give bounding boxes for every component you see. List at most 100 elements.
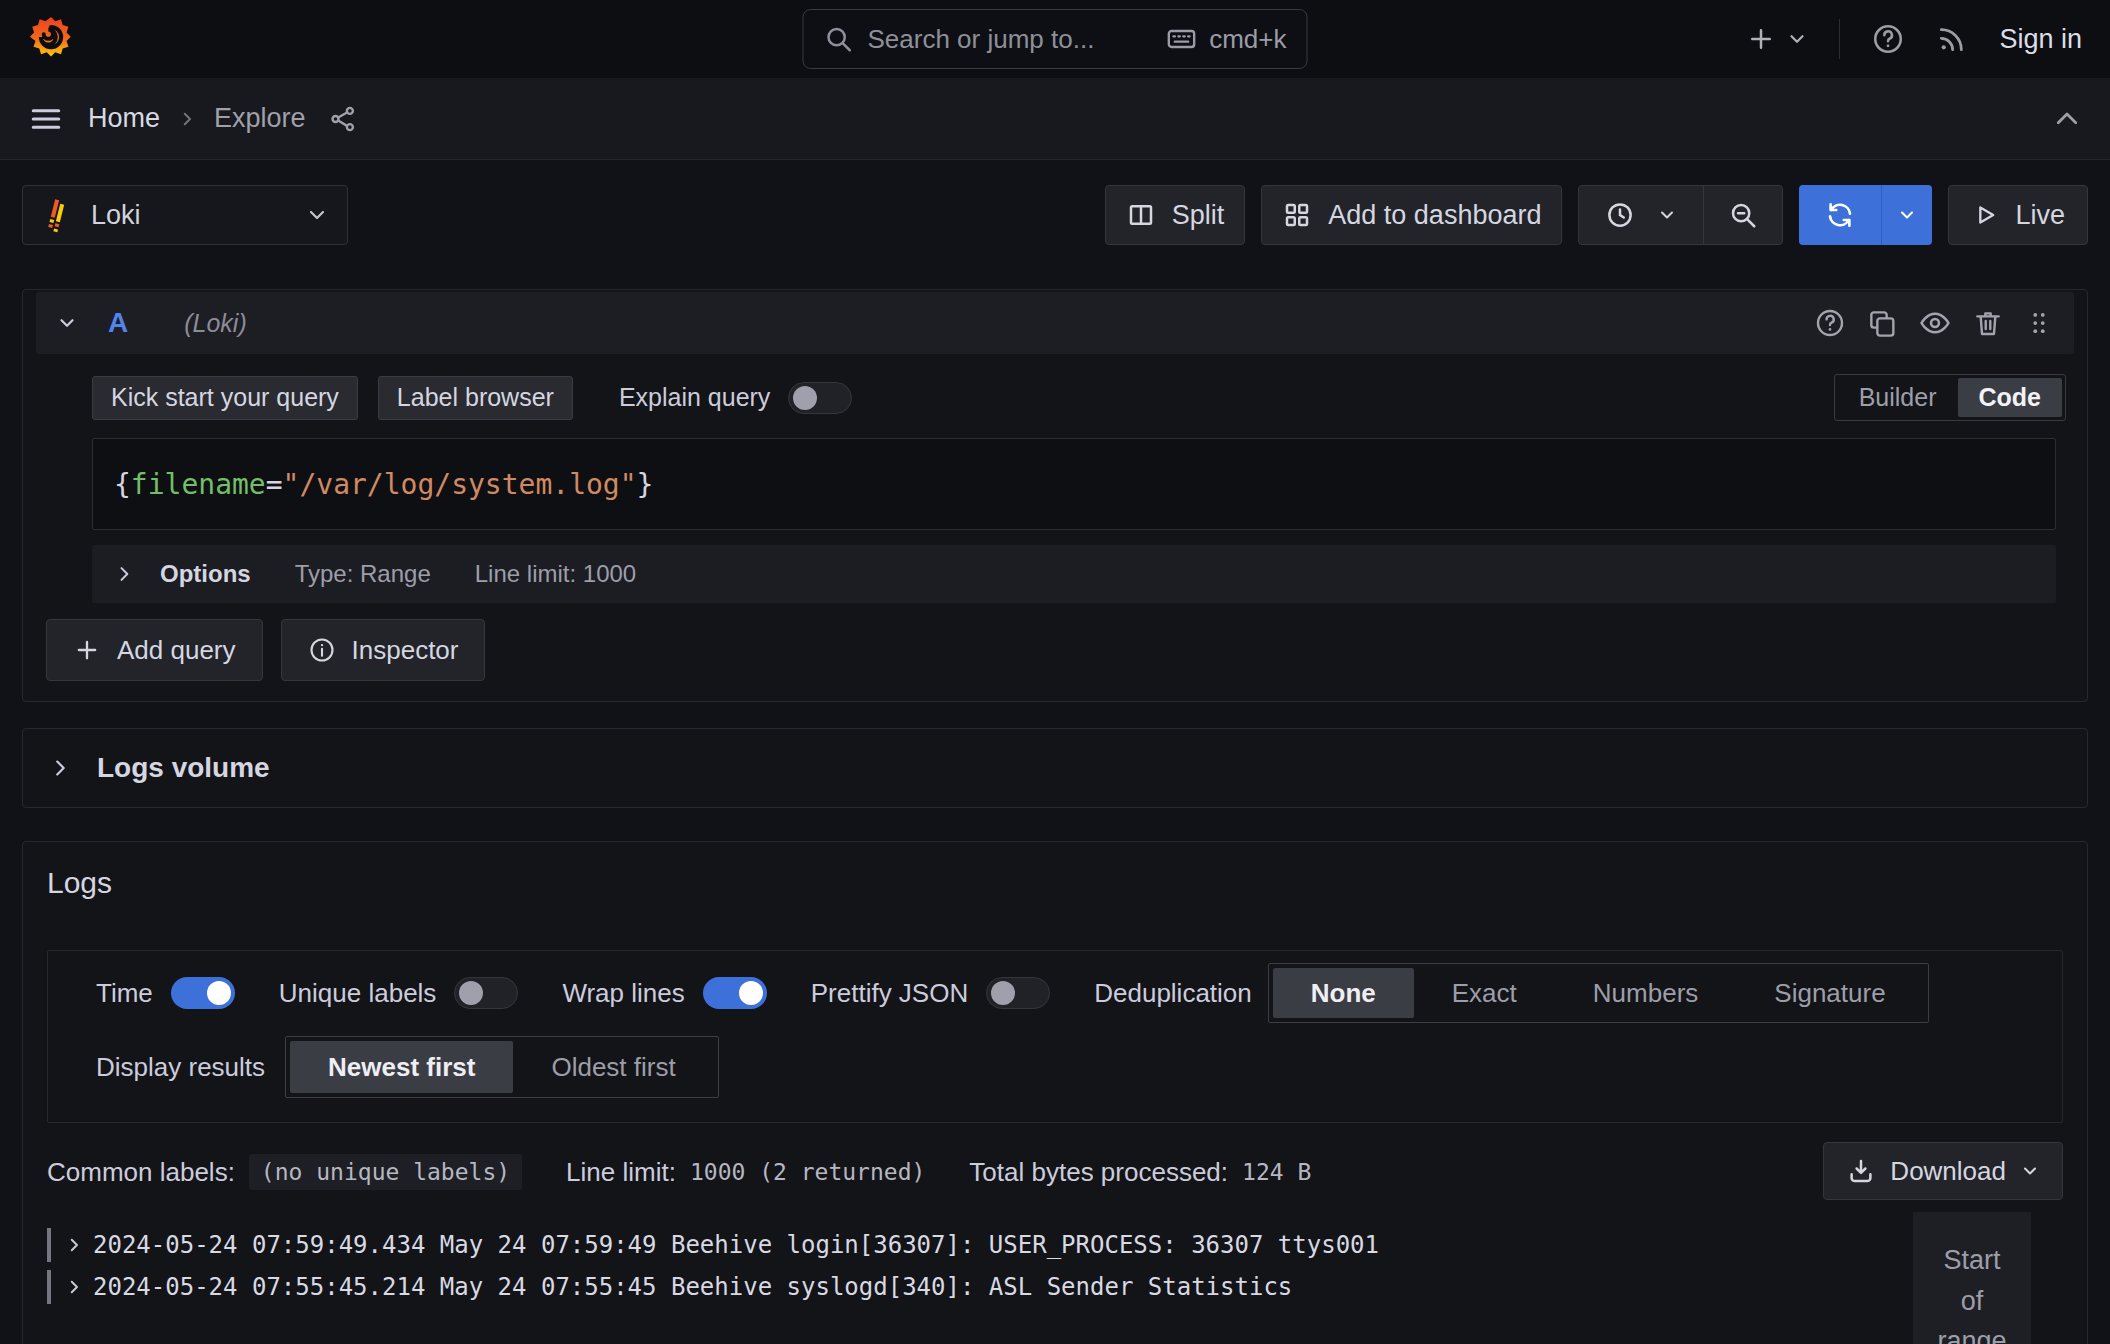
unique-labels-toggle-label: Unique labels [279,978,437,1009]
split-icon [1126,200,1156,230]
top-navigation-bar: Search or jump to... cmd+k Sign in [0,0,2110,78]
keyboard-icon [1165,23,1197,55]
inspector-button[interactable]: Inspector [281,619,486,681]
display-results-group: Newest first Oldest first [285,1036,719,1098]
label-browser-button[interactable]: Label browser [378,376,573,420]
datasource-name: Loki [91,200,141,231]
deduplication-group: None Exact Numbers Signature [1268,963,1929,1023]
unique-labels-toggle[interactable] [454,977,518,1009]
dedup-exact-option[interactable]: Exact [1414,968,1555,1018]
logs-panel: Logs Time Unique labels Wrap lines Prett… [22,841,2088,1344]
sign-in-button[interactable]: Sign in [1999,24,2082,55]
time-toggle[interactable] [171,977,235,1009]
query-editor-panel: A (Loki) Kick start your query Label bro… [22,289,2088,702]
run-query-button[interactable] [1799,185,1881,245]
logs-volume-section[interactable]: Logs volume [22,728,2088,808]
query-options-row[interactable]: Options Type: Range Line limit: 1000 [92,545,2056,603]
builder-mode-option[interactable]: Builder [1838,378,1958,417]
expand-log-icon[interactable] [65,1278,83,1296]
dedup-numbers-option[interactable]: Numbers [1555,968,1736,1018]
explain-query-toggle[interactable] [788,382,852,414]
logs-volume-chevron-icon[interactable] [49,757,71,779]
search-input[interactable]: Search or jump to... cmd+k [803,9,1308,69]
chevron-down-icon [1657,205,1677,225]
remove-query-icon[interactable] [1972,307,2004,339]
drag-handle-icon[interactable] [2024,308,2054,338]
apps-icon [1282,200,1312,230]
total-bytes-label: Total bytes processed: [969,1157,1228,1188]
query-ref-id: A [108,307,128,339]
download-button[interactable]: Download [1823,1142,2063,1200]
line-limit-value: 1000 (2 returned) [690,1159,925,1185]
explain-query-label: Explain query [619,383,770,412]
expand-log-icon[interactable] [65,1236,83,1254]
time-picker-button[interactable] [1579,186,1703,244]
deduplication-label: Deduplication [1094,978,1252,1009]
collapse-query-icon[interactable] [56,312,78,334]
kick-start-query-button[interactable]: Kick start your query [92,376,358,420]
search-placeholder: Search or jump to... [868,24,1095,55]
logs-controls: Time Unique labels Wrap lines Prettify J… [47,950,2063,1123]
prettify-json-toggle[interactable] [986,977,1050,1009]
query-row-header[interactable]: A (Loki) [36,292,2074,354]
log-line: 2024-05-24 07:59:49.434 May 24 07:59:49 … [93,1231,1379,1259]
options-type: Type: Range [295,560,431,588]
total-bytes-value: 124 B [1242,1159,1311,1185]
wrap-lines-toggle-label: Wrap lines [562,978,684,1009]
share-shortened-link-button[interactable] [328,104,358,134]
chevron-down-icon [1897,205,1917,225]
log-rows: 2024-05-24 07:59:49.434 May 24 07:59:49 … [47,1224,2063,1308]
options-chevron-icon [114,564,134,584]
query-code-editor[interactable]: {filename="/var/log/system.log"} [92,438,2056,530]
clock-icon [1605,200,1635,230]
breadcrumb-separator-icon [178,110,196,128]
chevron-down-icon [305,203,329,227]
disable-query-icon[interactable] [1918,306,1952,340]
help-button[interactable] [1871,22,1905,56]
zoom-out-icon [1728,200,1758,230]
logs-volume-title: Logs volume [97,752,270,784]
wrap-lines-toggle[interactable] [703,977,767,1009]
log-line: 2024-05-24 07:55:45.214 May 24 07:55:45 … [93,1273,1292,1301]
breadcrumb-home[interactable]: Home [88,103,160,134]
query-datasource-hint: (Loki) [184,309,247,338]
run-query-interval-button[interactable] [1882,185,1932,245]
search-shortcut: cmd+k [1165,23,1286,55]
new-menu-button[interactable] [1746,24,1808,54]
dedup-signature-option[interactable]: Signature [1736,968,1923,1018]
split-button[interactable]: Split [1105,185,1246,245]
oldest-first-option[interactable]: Oldest first [513,1041,713,1093]
breadcrumb-bar: Home Explore [0,78,2110,160]
duplicate-query-icon[interactable] [1866,307,1898,339]
refresh-icon [1825,200,1855,230]
grafana-logo[interactable] [28,15,74,63]
datasource-picker[interactable]: Loki [22,185,348,245]
menu-toggle-button[interactable] [28,101,64,137]
time-range-controls [1578,185,1783,245]
chevron-down-icon [2020,1161,2040,1181]
explore-toolbar: Loki Split Add to dashboard [22,185,2088,245]
live-button[interactable]: Live [1948,185,2088,245]
log-row[interactable]: 2024-05-24 07:59:49.434 May 24 07:59:49 … [47,1224,2063,1266]
query-help-icon[interactable] [1814,307,1846,339]
plus-icon [73,636,101,664]
news-button[interactable] [1936,23,1968,55]
add-to-dashboard-button[interactable]: Add to dashboard [1261,185,1562,245]
log-level-indicator [47,1270,51,1304]
logs-title: Logs [47,842,2063,900]
newest-first-option[interactable]: Newest first [290,1041,513,1093]
editor-mode-toggle: Builder Code [1834,374,2066,421]
common-labels-value: (no unique labels) [249,1154,522,1190]
time-toggle-label: Time [96,978,153,1009]
options-line-limit: Line limit: 1000 [475,560,636,588]
collapse-controls-button[interactable] [2052,104,2082,134]
dedup-none-option[interactable]: None [1273,968,1414,1018]
log-row[interactable]: 2024-05-24 07:55:45.214 May 24 07:55:45 … [47,1266,2063,1308]
code-mode-option[interactable]: Code [1958,378,2063,417]
add-query-button[interactable]: Add query [46,619,263,681]
loki-logo [41,197,77,233]
zoom-out-time-button[interactable] [1704,186,1782,244]
common-labels-label: Common labels: [47,1157,235,1188]
play-icon [1971,201,1999,229]
start-of-range-button[interactable]: Start of range [1913,1212,2031,1344]
